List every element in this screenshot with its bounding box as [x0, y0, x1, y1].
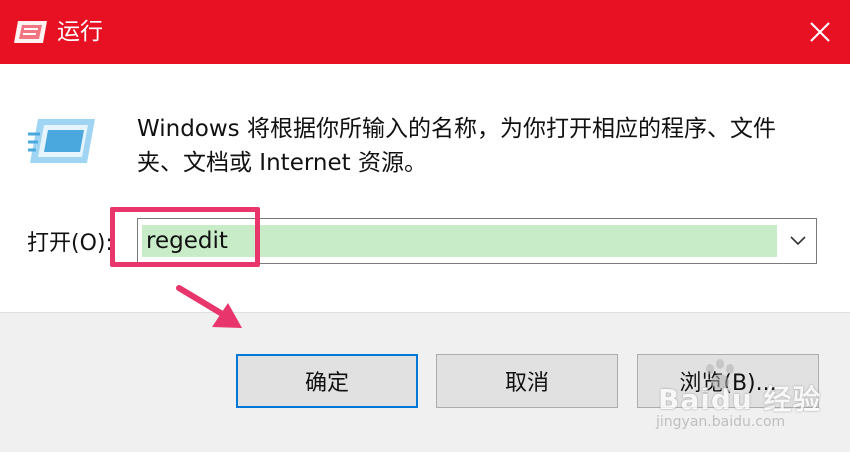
open-label: 打开(O):	[27, 231, 113, 256]
window-title: 运行	[57, 19, 103, 45]
dialog-description: Windows 将根据你所输入的名称，为你打开相应的程序、文件夹、文档或 Int…	[137, 116, 776, 176]
dropdown-button[interactable]	[780, 219, 816, 263]
run-app-icon	[14, 21, 47, 43]
close-button[interactable]	[790, 0, 850, 64]
annotation-arrow-icon	[176, 285, 242, 328]
close-icon	[810, 22, 830, 42]
ok-button[interactable]: 确定	[236, 354, 418, 408]
chevron-down-icon	[790, 236, 806, 246]
annotation-highlight-box	[110, 207, 260, 267]
title-bar: 运行	[0, 0, 850, 64]
run-program-icon	[28, 119, 95, 163]
watermark-brand: Baidu 经验	[658, 383, 822, 416]
cancel-button[interactable]: 取消	[436, 354, 618, 408]
watermark-url: jingyan.baidu.com	[656, 414, 786, 430]
